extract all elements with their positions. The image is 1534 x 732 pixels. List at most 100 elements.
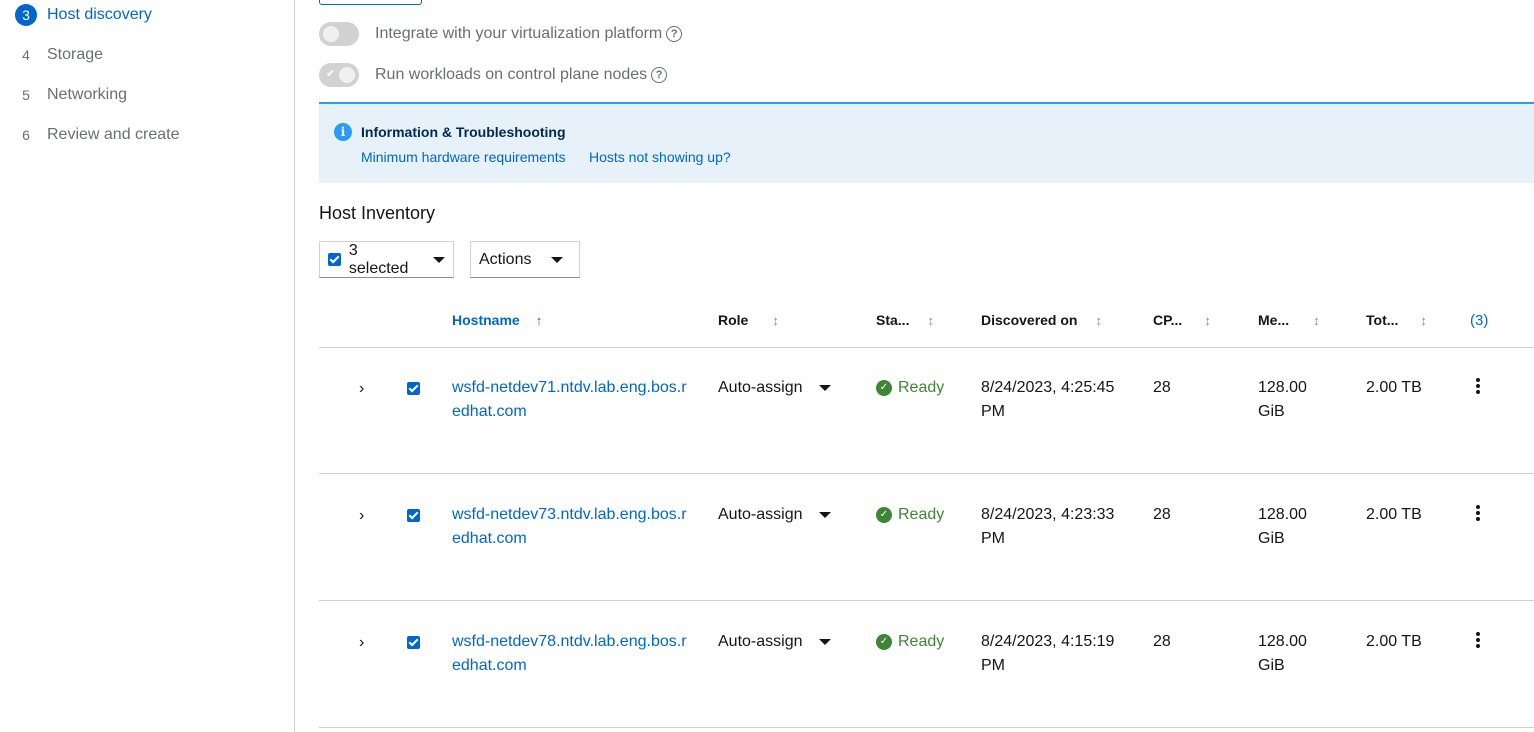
toggle-knob	[339, 67, 355, 83]
discovered-on-value: 8/24/2023, 4:23:33 PM	[981, 506, 1115, 547]
role-value: Auto-assign	[718, 506, 803, 523]
virtualization-toggle[interactable]	[319, 22, 359, 46]
caret-down-icon	[551, 256, 564, 263]
hardware-requirements-link[interactable]: Minimum hardware requirements	[361, 149, 566, 165]
partial-button[interactable]	[319, 0, 422, 5]
sort-icon: ↕	[1095, 312, 1102, 328]
step-number: 6	[22, 127, 30, 143]
table-row: › wsfd-netdev73.ntdv.lab.eng.bos.redhat.…	[319, 474, 1534, 601]
help-icon[interactable]: ?	[651, 67, 668, 83]
actions-label: Actions	[479, 250, 532, 268]
role-value: Auto-assign	[718, 379, 803, 396]
column-total[interactable]: Tot... ↕	[1366, 312, 1427, 328]
bulk-select-label: 3 selected	[348, 241, 409, 277]
control-plane-toggle-row: ✔ Run workloads on control plane nodes ?	[319, 62, 668, 88]
step-number: 3	[15, 4, 37, 26]
column-label: Role	[718, 312, 749, 328]
check-icon: ✔	[326, 68, 336, 80]
step-host-discovery[interactable]: 3 Host discovery	[15, 3, 152, 27]
sort-icon: ↕	[927, 312, 934, 328]
hostname-link[interactable]: wsfd-netdev71.ntdv.lab.eng.bos.redhat.co…	[452, 376, 692, 424]
role-select[interactable]: Auto-assign	[718, 376, 831, 400]
step-storage[interactable]: 4 Storage	[15, 43, 103, 67]
step-number: 5	[22, 87, 30, 103]
actions-dropdown[interactable]: Actions	[470, 241, 580, 278]
caret-down-icon	[818, 512, 831, 518]
step-networking[interactable]: 5 Networking	[15, 83, 127, 107]
toggle-knob	[323, 26, 339, 42]
status-cell[interactable]: ✓ Ready	[876, 376, 944, 400]
row-checkbox[interactable]	[407, 636, 420, 649]
kebab-menu-icon[interactable]	[1476, 632, 1480, 648]
column-role[interactable]: Role ↕	[718, 312, 779, 328]
toggle-label: Integrate with your virtualization platf…	[375, 25, 663, 42]
role-select[interactable]: Auto-assign	[718, 630, 831, 654]
sort-icon: ↕	[1204, 312, 1211, 328]
status-value: Ready	[898, 633, 945, 650]
info-icon: i	[334, 123, 352, 141]
chevron-right-icon[interactable]: ›	[359, 380, 364, 398]
total-storage-value: 2.00 TB	[1366, 633, 1422, 650]
sort-icon: ↕	[772, 312, 779, 328]
row-checkbox[interactable]	[407, 382, 420, 395]
cpu-value: 28	[1153, 506, 1171, 523]
check-circle-icon: ✓	[876, 380, 892, 396]
status-value: Ready	[898, 379, 945, 396]
column-memory[interactable]: Me... ↕	[1258, 312, 1320, 328]
caret-down-icon	[818, 385, 831, 391]
total-storage-value: 2.00 TB	[1366, 379, 1422, 396]
section-title: Host Inventory	[319, 203, 436, 223]
role-value: Auto-assign	[718, 633, 803, 650]
wizard-nav: 3 Host discovery 4 Storage 5 Networking …	[0, 0, 295, 732]
discovered-on-value: 8/24/2023, 4:15:19 PM	[981, 633, 1115, 674]
hostname-link[interactable]: wsfd-netdev78.ntdv.lab.eng.bos.redhat.co…	[452, 630, 692, 678]
cpu-value: 28	[1153, 633, 1171, 650]
step-number: 4	[22, 47, 30, 63]
column-label: CP...	[1153, 312, 1183, 328]
hosts-not-showing-link[interactable]: Hosts not showing up?	[589, 149, 731, 165]
role-select[interactable]: Auto-assign	[718, 503, 831, 527]
kebab-menu-icon[interactable]	[1476, 378, 1480, 394]
step-label: Host discovery	[47, 6, 152, 23]
chevron-right-icon[interactable]: ›	[359, 634, 364, 652]
sort-icon: ↕	[1313, 312, 1320, 328]
memory-value: 128.00 GiB	[1258, 633, 1307, 674]
help-icon[interactable]: ?	[666, 26, 683, 42]
column-label: Tot...	[1366, 312, 1399, 328]
bulk-select-dropdown[interactable]: 3 selected	[319, 241, 454, 278]
cpu-value: 28	[1153, 379, 1171, 396]
alert-title: Information & Troubleshooting	[361, 124, 566, 140]
main-content: Integrate with your virtualization platf…	[319, 0, 1534, 732]
status-cell[interactable]: ✓ Ready	[876, 503, 944, 527]
column-label: Me...	[1258, 312, 1290, 328]
table-row: › wsfd-netdev71.ntdv.lab.eng.bos.redhat.…	[319, 347, 1534, 474]
column-label: Discovered on	[981, 312, 1078, 328]
total-storage-value: 2.00 TB	[1366, 506, 1422, 523]
column-discovered-on[interactable]: Discovered on ↕	[981, 312, 1102, 328]
column-status[interactable]: Sta... ↕	[876, 312, 934, 328]
control-plane-toggle[interactable]: ✔	[319, 63, 359, 87]
check-circle-icon: ✓	[876, 507, 892, 523]
column-hostname[interactable]: Hostname ↑	[452, 312, 542, 328]
sort-icon: ↕	[1420, 312, 1427, 328]
row-checkbox[interactable]	[407, 509, 420, 522]
virtualization-toggle-row: Integrate with your virtualization platf…	[319, 21, 683, 47]
hostname-link[interactable]: wsfd-netdev73.ntdv.lab.eng.bos.redhat.co…	[452, 503, 692, 551]
bulk-select-checkbox[interactable]	[328, 253, 341, 266]
kebab-menu-icon[interactable]	[1476, 505, 1480, 521]
toggle-label: Run workloads on control plane nodes	[375, 66, 648, 83]
discovered-on-value: 8/24/2023, 4:25:45 PM	[981, 379, 1115, 420]
column-cpu[interactable]: CP... ↕	[1153, 312, 1211, 328]
chevron-right-icon[interactable]: ›	[359, 507, 364, 525]
column-label: Hostname	[452, 312, 520, 328]
step-review-and-create[interactable]: 6 Review and create	[15, 123, 180, 147]
caret-down-icon	[818, 639, 831, 645]
column-manage-button[interactable]: (3)	[1470, 312, 1488, 329]
column-label: Sta...	[876, 312, 910, 328]
status-value: Ready	[898, 506, 945, 523]
info-alert: i Information & Troubleshooting Minimum …	[319, 102, 1534, 183]
table-row: › wsfd-netdev78.ntdv.lab.eng.bos.redhat.…	[319, 601, 1534, 728]
status-cell[interactable]: ✓ Ready	[876, 630, 944, 654]
step-label: Review and create	[47, 126, 180, 143]
sort-ascending-icon: ↑	[535, 312, 543, 328]
